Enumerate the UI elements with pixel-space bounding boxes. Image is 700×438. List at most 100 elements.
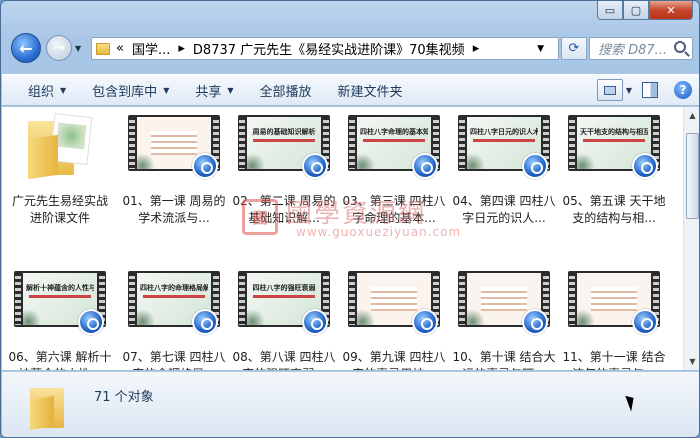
explorer-window: ▭ ▢ ✕ ← → ▼ « 国学... ▸ D8737 广元先生《易经实战进阶课… [0, 0, 700, 438]
minimize-button[interactable]: ▭ [597, 1, 623, 20]
file-name: 09、第九课 四柱八字的喜忌用神... [342, 350, 446, 370]
video-file-item[interactable]: 解析十神蕴含的人性与关系 06、第六课 解析十神蕴含的人性... [6, 265, 114, 370]
slide-title: 天干地支的结构与相互作用 [580, 128, 648, 136]
details-pane: 71 个对象 [2, 371, 699, 437]
file-name: 08、第八课 四柱八字的强旺衰弱... [232, 350, 336, 370]
video-file-item[interactable]: 10、第十课 结合大运的喜忌与旺... [450, 265, 558, 370]
media-player-icon [412, 309, 438, 335]
chevron-down-icon: ▼ [227, 85, 234, 95]
new-folder-button[interactable]: 新建文件夹 [338, 81, 403, 100]
share-menu[interactable]: 共享 ▼ [195, 81, 233, 100]
video-file-item[interactable]: 四柱八字的强旺衰弱 08、第八课 四柱八字的强旺衰弱... [230, 265, 338, 370]
video-file-item[interactable]: 天干地支的结构与相互作用 05、第五课 天干地支的结构与相... [560, 109, 668, 227]
chevron-right-icon[interactable]: ▸ [473, 41, 480, 56]
play-all-label: 全部播放 [259, 84, 312, 100]
media-player-icon [192, 153, 218, 179]
media-player-icon [302, 153, 328, 179]
video-file-item[interactable]: 01、第一课 周易的学术流派与... [120, 109, 228, 227]
recent-pages-dropdown[interactable]: ▼ [75, 44, 81, 53]
file-name: 06、第六课 解析十神蕴含的人性... [8, 350, 112, 370]
chevron-right-icon[interactable]: ▸ [178, 41, 185, 56]
video-thumbnail [566, 265, 662, 349]
vertical-scrollbar[interactable]: ▲ ▼ [683, 107, 699, 370]
file-name: 广元先生易经实战进阶课文件 [11, 194, 108, 225]
refresh-icon: ⟳ [568, 41, 580, 56]
toolbar-right: ▼ ? [596, 79, 692, 101]
video-file-item[interactable]: 四柱八字的命理格局解析 07、第七课 四柱八字的命理格局... [120, 265, 228, 370]
video-thumbnail [456, 265, 552, 349]
change-view-button[interactable] [596, 79, 623, 101]
item-count: 71 个对象 [94, 390, 154, 405]
file-name: 11、第十一课 结合流年的喜忌与... [562, 350, 666, 370]
scroll-up-button[interactable]: ▲ [685, 108, 699, 123]
watermark: 國 國學資源網 www.guoxueziyuan.com [242, 193, 472, 243]
help-button[interactable]: ? [674, 81, 692, 99]
video-thumbnail [126, 109, 222, 193]
view-icon [603, 85, 616, 95]
file-name: 01、第一课 周易的学术流派与... [122, 194, 226, 225]
new-folder-label: 新建文件夹 [337, 84, 403, 100]
media-player-icon [632, 153, 658, 179]
slide-title: 四柱八字的命理格局解析 [140, 284, 208, 292]
arrow-right-icon: → [53, 40, 65, 56]
file-name: 10、第十课 结合大运的喜忌与旺... [452, 350, 556, 370]
address-bar[interactable]: « 国学... ▸ D8737 广元先生《易经实战进阶课》70集视频 ▸ ▼ [91, 37, 559, 60]
file-name: 05、第五课 天干地支的结构与相... [562, 194, 666, 225]
file-name: 07、第七课 四柱八字的命理格局... [122, 350, 226, 370]
address-overflow[interactable]: « [116, 41, 124, 56]
view-options-dropdown[interactable]: ▼ [626, 86, 632, 95]
scrollbar-thumb[interactable] [686, 133, 699, 219]
video-thumbnail: 四柱八字的命理格局解析 [126, 265, 222, 349]
command-bar: 组织 ▼ 包含到库中 ▼ 共享 ▼ 全部播放 新建文件夹 ▼ ? [2, 74, 699, 106]
organize-label: 组织 [28, 84, 55, 100]
caption-buttons: ▭ ▢ ✕ [597, 1, 693, 21]
slide-title: 周易的基础知识解析 [252, 128, 316, 136]
back-button[interactable]: ← [11, 33, 41, 63]
media-player-icon [632, 309, 658, 335]
video-thumbnail: 四柱八字命理的基本知识 [346, 109, 442, 193]
video-thumbnail [346, 265, 442, 349]
include-library-label: 包含到库中 [92, 84, 158, 100]
video-file-item[interactable]: 09、第九课 四柱八字的喜忌用神... [340, 265, 448, 370]
video-thumbnail: 周易的基础知识解析 [236, 109, 332, 193]
file-list[interactable]: 广元先生易经实战进阶课文件 01、第一课 周易的学术流派与... 周易的基础知识解析… [2, 107, 699, 370]
video-thumbnail: 解析十神蕴含的人性与关系 [12, 265, 108, 349]
watermark-url: www.guoxueziyuan.com [296, 225, 462, 239]
include-library-menu[interactable]: 包含到库中 ▼ [92, 81, 169, 100]
folder-item[interactable]: 广元先生易经实战进阶课文件 [6, 109, 114, 227]
watermark-seal: 國 [242, 199, 278, 235]
maximize-button[interactable]: ▢ [623, 1, 649, 20]
slide-title: 四柱八字日元的识人术 [470, 128, 538, 136]
media-player-icon [522, 309, 548, 335]
breadcrumb-item[interactable]: D8737 广元先生《易经实战进阶课》70集视频 [193, 39, 465, 58]
arrow-left-icon: ← [19, 38, 33, 58]
breadcrumb-item[interactable]: 国学... [132, 39, 170, 58]
forward-button[interactable]: → [46, 35, 72, 61]
video-thumbnail: 四柱八字的强旺衰弱 [236, 265, 332, 349]
media-player-icon [412, 153, 438, 179]
scroll-down-button[interactable]: ▼ [685, 354, 699, 369]
organize-menu[interactable]: 组织 ▼ [28, 81, 66, 100]
slide-title: 四柱八字的强旺衰弱 [252, 284, 316, 292]
media-player-icon [302, 309, 328, 335]
slide-title: 四柱八字命理的基本知识 [360, 128, 428, 136]
video-thumbnail: 四柱八字日元的识人术 [456, 109, 552, 193]
search-placeholder: 搜索 D87... [598, 43, 668, 58]
media-player-icon [522, 153, 548, 179]
folder-icon [24, 111, 98, 180]
preview-pane-button[interactable] [642, 82, 658, 98]
close-button[interactable]: ✕ [649, 1, 693, 20]
refresh-button[interactable]: ⟳ [561, 37, 587, 60]
play-all-button[interactable]: 全部播放 [260, 81, 312, 100]
search-input[interactable]: 搜索 D87... [589, 37, 693, 60]
folder-thumbnail [12, 109, 108, 193]
slide-title: 解析十神蕴含的人性与关系 [26, 284, 94, 292]
media-player-icon [78, 309, 104, 335]
media-player-icon [192, 309, 218, 335]
video-file-item[interactable]: 11、第十一课 结合流年的喜忌与... [560, 265, 668, 370]
chevron-down-icon[interactable]: ▼ [537, 44, 544, 54]
folder-icon [30, 380, 68, 431]
chevron-down-icon: ▼ [163, 85, 170, 95]
navigation-bar: ← → ▼ « 国学... ▸ D8737 广元先生《易经实战进阶课》70集视频… [1, 31, 699, 67]
search-icon[interactable] [674, 41, 686, 53]
